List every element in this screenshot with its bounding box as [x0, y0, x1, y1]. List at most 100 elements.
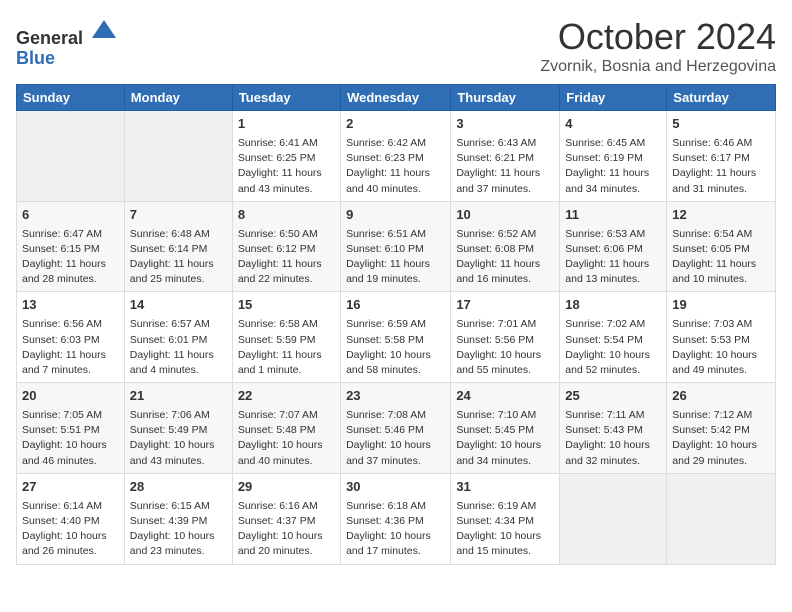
- cell-content: 11Sunrise: 6:53 AMSunset: 6:06 PMDayligh…: [565, 206, 661, 288]
- sunrise-text: Sunrise: 7:05 AM: [22, 408, 119, 423]
- daylight-text: Daylight: 10 hours and 29 minutes.: [672, 438, 770, 468]
- daylight-text: Daylight: 11 hours and 13 minutes.: [565, 257, 661, 287]
- calendar-cell: 24Sunrise: 7:10 AMSunset: 5:45 PMDayligh…: [451, 383, 560, 474]
- sunset-text: Sunset: 6:21 PM: [456, 151, 554, 166]
- sunset-text: Sunset: 6:10 PM: [346, 242, 445, 257]
- calendar-week-row: 27Sunrise: 6:14 AMSunset: 4:40 PMDayligh…: [17, 473, 776, 564]
- cell-content: 7Sunrise: 6:48 AMSunset: 6:14 PMDaylight…: [130, 206, 227, 288]
- daylight-text: Daylight: 10 hours and 40 minutes.: [238, 438, 335, 468]
- day-number: 27: [22, 478, 119, 497]
- calendar-cell: 9Sunrise: 6:51 AMSunset: 6:10 PMDaylight…: [341, 201, 451, 292]
- weekday-header: Friday: [560, 85, 667, 111]
- daylight-text: Daylight: 11 hours and 28 minutes.: [22, 257, 119, 287]
- sunrise-text: Sunrise: 6:42 AM: [346, 136, 445, 151]
- sunrise-text: Sunrise: 7:01 AM: [456, 317, 554, 332]
- sunset-text: Sunset: 6:12 PM: [238, 242, 335, 257]
- daylight-text: Daylight: 10 hours and 37 minutes.: [346, 438, 445, 468]
- sunset-text: Sunset: 5:51 PM: [22, 423, 119, 438]
- cell-content: 4Sunrise: 6:45 AMSunset: 6:19 PMDaylight…: [565, 115, 661, 197]
- calendar-cell: [124, 111, 232, 202]
- sunset-text: Sunset: 5:49 PM: [130, 423, 227, 438]
- daylight-text: Daylight: 11 hours and 10 minutes.: [672, 257, 770, 287]
- day-number: 6: [22, 206, 119, 225]
- sunset-text: Sunset: 5:59 PM: [238, 333, 335, 348]
- day-number: 25: [565, 387, 661, 406]
- calendar-cell: 25Sunrise: 7:11 AMSunset: 5:43 PMDayligh…: [560, 383, 667, 474]
- calendar-cell: 21Sunrise: 7:06 AMSunset: 5:49 PMDayligh…: [124, 383, 232, 474]
- sunset-text: Sunset: 5:54 PM: [565, 333, 661, 348]
- location-title: Zvornik, Bosnia and Herzegovina: [540, 58, 776, 76]
- cell-content: 15 Sunrise: 6:58 AMSunset: 5:59 PMDayligh…: [238, 296, 335, 378]
- daylight-text: Daylight: 10 hours and 17 minutes.: [346, 529, 445, 559]
- daylight-text: Daylight: 10 hours and 34 minutes.: [456, 438, 554, 468]
- daylight-text: Daylight: 11 hours and 19 minutes.: [346, 257, 445, 287]
- calendar-cell: 22Sunrise: 7:07 AMSunset: 5:48 PMDayligh…: [232, 383, 340, 474]
- day-number: 5: [672, 115, 770, 134]
- cell-content: 8Sunrise: 6:50 AMSunset: 6:12 PMDaylight…: [238, 206, 335, 288]
- calendar-week-row: 13Sunrise: 6:56 AMSunset: 6:03 PMDayligh…: [17, 292, 776, 383]
- weekday-header: Saturday: [667, 85, 776, 111]
- daylight-text: Daylight: 10 hours and 55 minutes.: [456, 348, 554, 378]
- calendar-cell: 2Sunrise: 6:42 AMSunset: 6:23 PMDaylight…: [341, 111, 451, 202]
- weekday-header: Tuesday: [232, 85, 340, 111]
- logo: General Blue: [16, 16, 118, 69]
- sunrise-text: Sunrise: 6:56 AM: [22, 317, 119, 332]
- sunset-text: Sunset: 6:01 PM: [130, 333, 227, 348]
- cell-content: 30Sunrise: 6:18 AMSunset: 4:36 PMDayligh…: [346, 478, 445, 560]
- day-number: 14: [130, 296, 227, 315]
- sunset-text: Sunset: 5:56 PM: [456, 333, 554, 348]
- day-number: 30: [346, 478, 445, 497]
- cell-content: 14Sunrise: 6:57 AMSunset: 6:01 PMDayligh…: [130, 296, 227, 378]
- sunset-text: Sunset: 4:36 PM: [346, 514, 445, 529]
- daylight-text: Daylight: 11 hours and 22 minutes.: [238, 257, 335, 287]
- sunrise-text: Sunrise: 7:11 AM: [565, 408, 661, 423]
- weekday-header: Wednesday: [341, 85, 451, 111]
- sunset-text: Sunset: 6:19 PM: [565, 151, 661, 166]
- cell-content: 13Sunrise: 6:56 AMSunset: 6:03 PMDayligh…: [22, 296, 119, 378]
- cell-content: 19Sunrise: 7:03 AMSunset: 5:53 PMDayligh…: [672, 296, 770, 378]
- sunrise-text: Sunrise: 6:46 AM: [672, 136, 770, 151]
- sunrise-text: Sunrise: 7:12 AM: [672, 408, 770, 423]
- calendar-cell: 13Sunrise: 6:56 AMSunset: 6:03 PMDayligh…: [17, 292, 125, 383]
- sunrise-text: Sunrise: 6:15 AM: [130, 499, 227, 514]
- sunrise-text: Sunrise: 6:58 AM: [238, 317, 335, 332]
- sunrise-text: Sunrise: 7:08 AM: [346, 408, 445, 423]
- day-number: 23: [346, 387, 445, 406]
- day-number: 9: [346, 206, 445, 225]
- daylight-text: Daylight: 11 hours and 34 minutes.: [565, 166, 661, 196]
- day-number: 15: [238, 296, 335, 315]
- calendar-cell: 5Sunrise: 6:46 AMSunset: 6:17 PMDaylight…: [667, 111, 776, 202]
- cell-content: 5Sunrise: 6:46 AMSunset: 6:17 PMDaylight…: [672, 115, 770, 197]
- daylight-text: Daylight: 10 hours and 46 minutes.: [22, 438, 119, 468]
- cell-content: 22Sunrise: 7:07 AMSunset: 5:48 PMDayligh…: [238, 387, 335, 469]
- day-number: 31: [456, 478, 554, 497]
- cell-content: 23 Sunrise: 7:08 AMSunset: 5:46 PMDayligh…: [346, 387, 445, 469]
- calendar-cell: 27Sunrise: 6:14 AMSunset: 4:40 PMDayligh…: [17, 473, 125, 564]
- calendar-cell: 17Sunrise: 7:01 AMSunset: 5:56 PMDayligh…: [451, 292, 560, 383]
- sunrise-text: Sunrise: 6:52 AM: [456, 227, 554, 242]
- day-number: 12: [672, 206, 770, 225]
- calendar-cell: [667, 473, 776, 564]
- day-number: 19: [672, 296, 770, 315]
- sunset-text: Sunset: 5:46 PM: [346, 423, 445, 438]
- daylight-text: Daylight: 10 hours and 15 minutes.: [456, 529, 554, 559]
- sunset-text: Sunset: 5:58 PM: [346, 333, 445, 348]
- cell-content: 1Sunrise: 6:41 AMSunset: 6:25 PMDaylight…: [238, 115, 335, 197]
- daylight-text: Daylight: 10 hours and 52 minutes.: [565, 348, 661, 378]
- weekday-header: Thursday: [451, 85, 560, 111]
- sunset-text: Sunset: 5:42 PM: [672, 423, 770, 438]
- cell-content: 16Sunrise: 6:59 AMSunset: 5:58 PMDayligh…: [346, 296, 445, 378]
- daylight-text: Daylight: 11 hours and 43 minutes.: [238, 166, 335, 196]
- day-number: 2: [346, 115, 445, 134]
- logo-blue: Blue: [16, 48, 55, 68]
- daylight-text: Daylight: 11 hours and 4 minutes.: [130, 348, 227, 378]
- sunrise-text: Sunrise: 6:16 AM: [238, 499, 335, 514]
- daylight-text: Daylight: 11 hours and 25 minutes.: [130, 257, 227, 287]
- daylight-text: Daylight: 11 hours and 1 minute.: [238, 348, 335, 378]
- cell-content: 20Sunrise: 7:05 AMSunset: 5:51 PMDayligh…: [22, 387, 119, 469]
- weekday-header: Sunday: [17, 85, 125, 111]
- calendar-cell: 10Sunrise: 6:52 AMSunset: 6:08 PMDayligh…: [451, 201, 560, 292]
- sunrise-text: Sunrise: 6:50 AM: [238, 227, 335, 242]
- sunset-text: Sunset: 5:53 PM: [672, 333, 770, 348]
- day-number: 13: [22, 296, 119, 315]
